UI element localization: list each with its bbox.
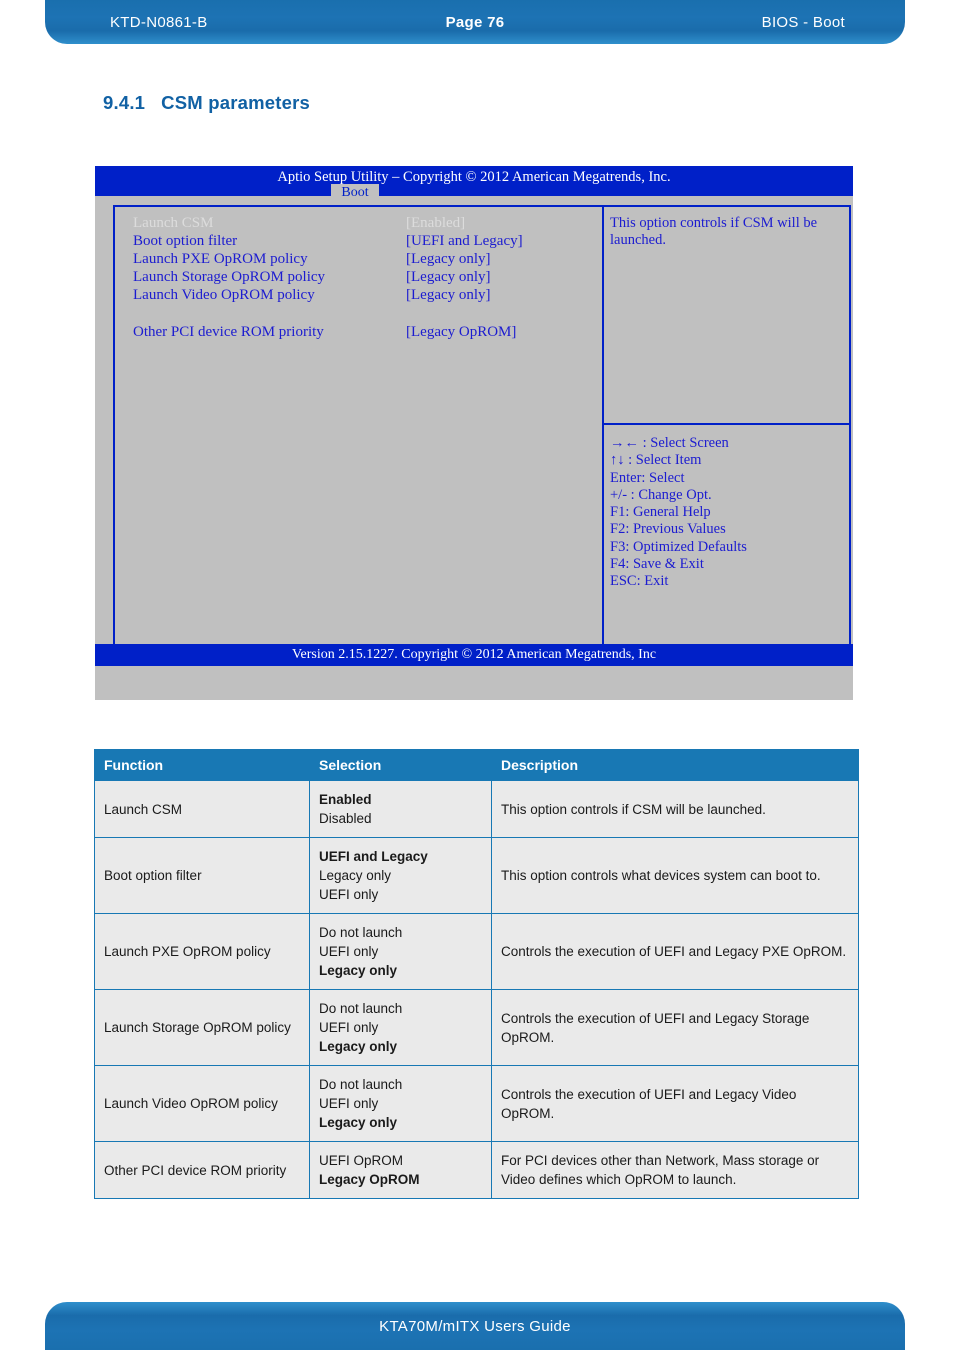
column-header-description: Description: [491, 749, 859, 781]
key-hint-previous-values: F2: Previous Values: [610, 521, 726, 538]
bios-title-bar: Aptio Setup Utility – Copyright © 2012 A…: [95, 166, 853, 202]
bios-version-bar: Version 2.15.1227. Copyright © 2012 Amer…: [95, 644, 853, 666]
key-hint-general-help: F1: General Help: [610, 504, 711, 521]
key-hint-enter-select: Enter: Select: [610, 469, 685, 486]
bios-option-label: Boot option filter: [133, 233, 238, 249]
selection-option: Legacy only: [319, 868, 392, 883]
bios-option-value[interactable]: [Legacy only]: [406, 251, 491, 269]
table-row: Launch Storage OpROM policy Do not launc…: [94, 989, 859, 1066]
bios-key-legend: →← : Select Screen ↑↓ : Select Item Ente…: [604, 425, 849, 591]
bios-option-label: Launch Video OpROM policy: [133, 287, 315, 303]
cell-selection: UEFI and Legacy Legacy only UEFI only: [309, 837, 492, 914]
cell-selection: Do not launch UEFI only Legacy only: [309, 989, 492, 1066]
selection-option: Enabled: [319, 792, 372, 807]
table-row: Launch Video OpROM policy Do not launch …: [94, 1065, 859, 1142]
cell-description: For PCI devices other than Network, Mass…: [491, 1141, 859, 1199]
cell-description: Controls the execution of UEFI and Legac…: [491, 1065, 859, 1142]
bios-copyright-title: Aptio Setup Utility – Copyright © 2012 A…: [277, 169, 671, 185]
key-hint-optimized-defaults: F3: Optimized Defaults: [610, 538, 747, 555]
csm-parameters-table: Function Selection Description Launch CS…: [94, 749, 859, 1199]
bios-option-row[interactable]: Launch Video OpROM policy [Legacy only]: [133, 287, 602, 305]
key-hint-select-item: ↑↓ : Select Item: [610, 452, 702, 469]
selection-option: Do not launch: [319, 925, 403, 940]
bios-option-spacer: [133, 305, 602, 323]
cell-selection: Do not launch UEFI only Legacy only: [309, 1065, 492, 1142]
key-hint-esc-exit: ESC: Exit: [610, 573, 669, 590]
selection-option: UEFI only: [319, 1020, 379, 1035]
bios-option-row[interactable]: Launch Storage OpROM policy [Legacy only…: [133, 269, 602, 287]
page-footer: KTA70M/mITX Users Guide: [45, 1302, 905, 1350]
cell-function: Boot option filter: [94, 837, 310, 914]
selection-option: Do not launch: [319, 1077, 403, 1092]
selection-option: Disabled: [319, 811, 372, 826]
bios-options-pane: Launch CSM [Enabled] Boot option filter …: [115, 207, 604, 651]
cell-selection: UEFI OpROM Legacy OpROM: [309, 1141, 492, 1199]
selection-option: Legacy only: [319, 1115, 398, 1130]
table-row: Launch PXE OpROM policy Do not launch UE…: [94, 913, 859, 990]
bios-option-row[interactable]: Boot option filter [UEFI and Legacy]: [133, 233, 602, 251]
bios-option-value[interactable]: [Legacy OpROM]: [406, 324, 516, 342]
header-section-name: BIOS - Boot: [761, 13, 845, 31]
selection-option: UEFI only: [319, 1096, 379, 1111]
cell-description: Controls the execution of UEFI and Legac…: [491, 989, 859, 1066]
selection-option: UEFI only: [319, 944, 379, 959]
bios-option-value[interactable]: [UEFI and Legacy]: [406, 233, 523, 251]
bios-content-frame: Launch CSM [Enabled] Boot option filter …: [113, 205, 851, 653]
table-row: Other PCI device ROM priority UEFI OpROM…: [94, 1141, 859, 1199]
cell-function: Launch CSM: [94, 780, 310, 838]
cell-function: Launch PXE OpROM policy: [94, 913, 310, 990]
key-hint-select-screen: →← : Select Screen: [610, 435, 729, 451]
selection-option: Legacy OpROM: [319, 1172, 420, 1187]
section-number: 9.4.1: [103, 92, 146, 113]
cell-function: Other PCI device ROM priority: [94, 1141, 310, 1199]
bios-option-value[interactable]: [Enabled]: [406, 215, 465, 233]
bios-option-row[interactable]: Launch PXE OpROM policy [Legacy only]: [133, 251, 602, 269]
cell-description: This option controls if CSM will be laun…: [491, 780, 859, 838]
key-hint-change-opt: +/- : Change Opt.: [610, 486, 712, 503]
bios-screenshot: Aptio Setup Utility – Copyright © 2012 A…: [95, 166, 853, 700]
bios-help-text: This option controls if CSM will be laun…: [604, 207, 849, 425]
column-header-function: Function: [94, 749, 310, 781]
bios-option-label: Launch Storage OpROM policy: [133, 269, 326, 285]
bios-option-row[interactable]: Launch CSM [Enabled]: [133, 215, 602, 233]
column-header-selection: Selection: [309, 749, 492, 781]
cell-selection: Enabled Disabled: [309, 780, 492, 838]
cell-function: Launch Video OpROM policy: [94, 1065, 310, 1142]
cell-function: Launch Storage OpROM policy: [94, 989, 310, 1066]
bios-option-value[interactable]: [Legacy only]: [406, 269, 491, 287]
selection-option: Do not launch: [319, 1001, 403, 1016]
bios-option-value[interactable]: [Legacy only]: [406, 287, 491, 305]
cell-description: Controls the execution of UEFI and Legac…: [491, 913, 859, 990]
bios-sidebar-pane: This option controls if CSM will be laun…: [604, 207, 849, 651]
cell-description: This option controls what devices system…: [491, 837, 859, 914]
page-title: 9.4.1 CSM parameters: [103, 92, 310, 114]
selection-option: UEFI and Legacy: [319, 849, 428, 864]
page-header: KTD-N0861-B Page 76 BIOS - Boot: [45, 0, 905, 44]
cell-selection: Do not launch UEFI only Legacy only: [309, 913, 492, 990]
table-row: Launch CSM Enabled Disabled This option …: [94, 780, 859, 838]
footer-title: KTA70M/mITX Users Guide: [379, 1317, 571, 1335]
bios-body: Launch CSM [Enabled] Boot option filter …: [95, 196, 853, 666]
selection-option: Legacy only: [319, 963, 398, 978]
selection-option: Legacy only: [319, 1039, 398, 1054]
bios-option-row[interactable]: Other PCI device ROM priority [Legacy Op…: [133, 324, 602, 342]
bios-option-label: Launch CSM: [133, 215, 214, 231]
bios-option-label: Other PCI device ROM priority: [133, 323, 324, 340]
selection-option: UEFI OpROM: [319, 1153, 404, 1168]
section-title: CSM parameters: [161, 92, 310, 113]
key-hint-save-exit: F4: Save & Exit: [610, 556, 704, 573]
selection-option: UEFI only: [319, 887, 379, 902]
bios-option-label: Launch PXE OpROM policy: [133, 251, 308, 267]
table-header-row: Function Selection Description: [94, 749, 859, 781]
table-row: Boot option filter UEFI and Legacy Legac…: [94, 837, 859, 914]
